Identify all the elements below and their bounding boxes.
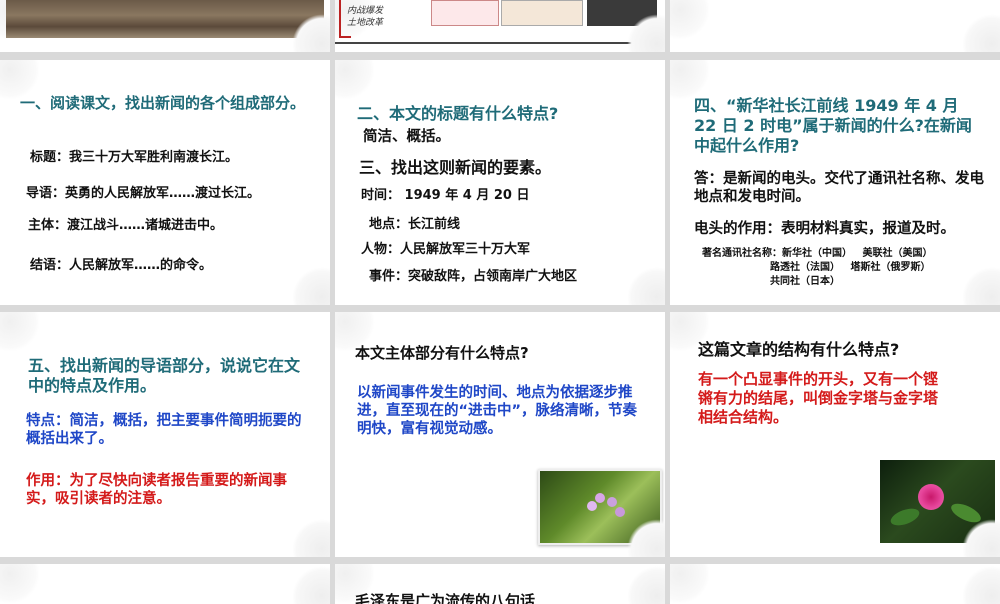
answer-dateline: 答：是新闻的电头。交代了通讯社名称、发电地点和发电时间。	[694, 171, 984, 206]
element-event: 事件：突破敌阵，占领南岸广大地区	[369, 269, 578, 284]
slide-top-middle[interactable]: 内战爆发 土地改革	[335, 0, 665, 52]
item-title: 标题：我三十万大军胜利南渡长江。	[30, 150, 239, 165]
question-lead: 五、找出新闻的导语部分，说说它在文中的特点及作用。	[28, 356, 301, 395]
answer-body: 以新闻事件发生的时间、地点为依据逐步推进，直至现在的“进击中”，脉络清晰，节奏明…	[357, 385, 638, 438]
item-body: 主体：渡江战斗……诸城进击中。	[28, 218, 224, 233]
periwinkle-photo	[880, 460, 995, 543]
timeline-graphic: 内战爆发 土地改革	[335, 0, 665, 52]
slide-top-right[interactable]	[670, 0, 1000, 52]
slide-dateline[interactable]: 四、“新华社长江前线 1949 年 4 月 22 日 2 时电”属于新闻的什么?…	[670, 60, 1000, 305]
answer-structure: 有一个凸显事件的开头，又有一个铿锵有力的结尾，叫倒金字塔与金字塔相结合结构。	[698, 370, 939, 426]
map-label-2: 土地改革	[347, 18, 384, 28]
agencies-line-2: 路透社（法国） 塔斯社（俄罗斯）	[770, 262, 931, 273]
question-bottom: 毛泽东是广为流传的八句话	[355, 592, 536, 604]
agencies-line-1: 著名通讯社名称：新华社（中国） 美联社（美国）	[702, 248, 933, 259]
map-label-1: 内战爆发	[347, 6, 384, 16]
element-people: 人物：人民解放军三十万大军	[361, 242, 531, 257]
dateline-function: 电头的作用：表明材料真实，报道及时。	[694, 221, 955, 237]
slide-news-parts[interactable]: 一、阅读课文，找出新闻的各个组成部分。 标题：我三十万大军胜利南渡长江。 导语：…	[0, 60, 330, 305]
question-body: 本文主体部分有什么特点?	[355, 344, 529, 362]
painting-image	[6, 0, 324, 38]
question-dateline: 四、“新华社长江前线 1949 年 4 月 22 日 2 时电”属于新闻的什么?…	[694, 96, 972, 155]
question-heading: 一、阅读课文，找出新闻的各个组成部分。	[20, 94, 306, 112]
slide-bottom-middle[interactable]: 毛泽东是广为流传的八句话	[335, 564, 665, 604]
slide-structure[interactable]: 这篇文章的结构有什么特点? 有一个凸显事件的开头，又有一个铿锵有力的结尾，叫倒金…	[670, 312, 1000, 557]
slide-lead-section[interactable]: 五、找出新闻的导语部分，说说它在文中的特点及作用。 特点：简洁，概括，把主要事件…	[0, 312, 330, 557]
question-title-feature: 二、本文的标题有什么特点?	[357, 104, 559, 123]
flower-photo	[538, 469, 662, 545]
slide-title-elements[interactable]: 二、本文的标题有什么特点? 简洁、概括。 三、找出这则新闻的要素。 时间： 19…	[335, 60, 665, 305]
slide-top-left[interactable]	[0, 0, 330, 52]
question-structure: 这篇文章的结构有什么特点?	[698, 340, 900, 359]
lead-feature: 特点：简洁，概括，把主要事件简明扼要的概括出来了。	[26, 413, 302, 448]
answer-title-feature: 简洁、概括。	[363, 129, 450, 145]
lead-function: 作用：为了尽快向读者报告重要的新闻事实，吸引读者的注意。	[26, 473, 287, 508]
element-time: 时间： 1949 年 4 月 20 日	[361, 188, 530, 203]
question-elements: 三、找出这则新闻的要素。	[359, 158, 552, 177]
agencies-line-3: 共同社（日本）	[770, 276, 840, 287]
item-lead: 导语：英勇的人民解放军……渡过长江。	[26, 186, 261, 201]
slide-bottom-right[interactable]	[670, 564, 1000, 604]
slide-body-feature[interactable]: 本文主体部分有什么特点? 以新闻事件发生的时间、地点为依据逐步推进，直至现在的“…	[335, 312, 665, 557]
element-place: 地点：长江前线	[369, 217, 461, 232]
item-ending: 结语：人民解放军……的命令。	[30, 258, 213, 273]
slide-bottom-left[interactable]	[0, 564, 330, 604]
